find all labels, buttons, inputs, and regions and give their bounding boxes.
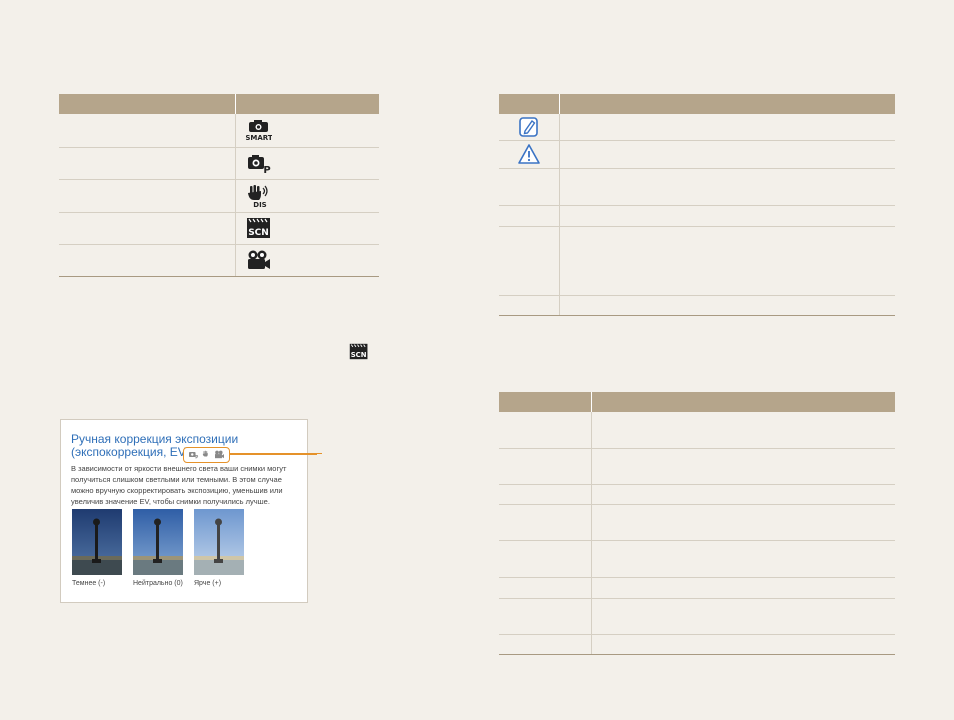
caption-darker: Темнее (-) [72, 580, 106, 587]
table-row [499, 205, 895, 227]
smart-mode-icon: SMART [246, 120, 272, 141]
caption-brighter: Ярче (+) [194, 580, 222, 587]
icon-description [558, 295, 895, 316]
modes-header-1 [59, 94, 235, 114]
scene-mode-icon: SCN [246, 218, 270, 238]
terms-header-1 [499, 392, 591, 412]
svg-text:P: P [263, 165, 270, 174]
icon-description [558, 226, 895, 296]
svg-text:DIS: DIS [253, 201, 266, 208]
sample-page-excerpt: Ручная коррекция экспозиции (экспокоррек… [60, 419, 317, 603]
table-row [499, 412, 895, 449]
table-row [499, 577, 895, 599]
shooting-modes-table: SMART P DIS SCN [59, 94, 379, 277]
dual-is-mode-icon: DIS [247, 184, 268, 208]
program-icon: P [189, 452, 199, 460]
icon-description [558, 205, 895, 227]
photo-neutral [133, 509, 183, 575]
icon-description [558, 114, 895, 141]
terms-table [499, 392, 895, 655]
mode-label [59, 212, 235, 245]
table-row: DIS [59, 179, 379, 213]
photo-darker [72, 509, 122, 575]
dual-is-icon [202, 450, 208, 457]
mode-label [59, 114, 235, 148]
table-row [499, 598, 895, 635]
svg-text:SMART: SMART [246, 134, 272, 141]
warning-icon [517, 144, 540, 164]
mode-label [59, 179, 235, 213]
table-row [499, 168, 895, 206]
sample-title-line1: Ручная коррекция экспозиции [71, 432, 239, 446]
table-row [499, 448, 895, 485]
table-row [499, 295, 895, 316]
icons-legend-table [499, 94, 895, 316]
mode-icons-callout: P [183, 447, 230, 463]
table-row [499, 114, 895, 141]
sample-title-line2: (экспокоррекция, EV) [71, 445, 190, 459]
sample-paragraph: В зависимости от яркости внешнего света … [71, 464, 287, 506]
svg-text:SCN: SCN [351, 351, 367, 359]
table-row: SCN [59, 212, 379, 245]
callout-leader-line-outer [229, 453, 322, 454]
caption-neutral: Нейтрально (0) [133, 580, 183, 587]
mode-label [59, 244, 235, 277]
svg-text:P: P [196, 455, 199, 459]
terms-header-2 [590, 392, 895, 412]
table-row [499, 484, 895, 505]
icons-header-2 [558, 94, 895, 114]
table-row [499, 540, 895, 578]
modes-header-2 [234, 94, 379, 114]
icon-description [558, 168, 895, 206]
table-row: P [59, 147, 379, 180]
table-row [499, 226, 895, 296]
table-row [499, 504, 895, 541]
icons-header-1 [499, 94, 559, 114]
table-row [499, 634, 895, 655]
movie-mode-icon [247, 250, 270, 269]
program-mode-icon: P [247, 155, 270, 174]
photo-brighter [194, 509, 244, 575]
mode-label [59, 147, 235, 180]
table-row: SMART [59, 114, 379, 148]
icon-description [558, 140, 895, 169]
callout-leader-line [229, 454, 317, 455]
svg-text:SCN: SCN [248, 228, 269, 238]
scene-mode-icon: SCN [349, 343, 368, 360]
table-row [59, 244, 379, 277]
note-icon [518, 116, 538, 137]
table-row [499, 140, 895, 169]
movie-icon [214, 451, 224, 459]
